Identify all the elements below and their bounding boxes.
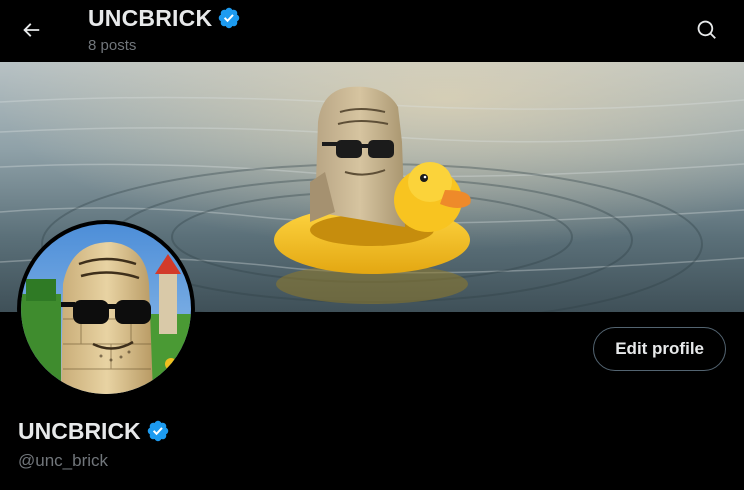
avatar-image — [21, 224, 191, 394]
search-icon — [697, 20, 716, 39]
profile-handle: @unc_brick — [18, 451, 109, 470]
back-button[interactable] — [12, 11, 50, 49]
avatar-picture — [21, 224, 191, 394]
verified-badge-icon[interactable] — [146, 419, 170, 443]
profile-display-name: UNCBRICK — [18, 417, 170, 445]
verified-badge-icon — [219, 7, 240, 29]
search-button[interactable] — [688, 11, 726, 49]
display-name-text: UNCBRICK — [18, 418, 141, 444]
posts-count: 8 posts — [88, 37, 137, 54]
arrow-left-icon — [23, 23, 40, 37]
header-text: UNCBRICK 8 posts — [88, 4, 241, 55]
top-bar: UNCBRICK 8 posts — [0, 0, 744, 62]
header-title: UNCBRICK — [88, 4, 241, 32]
edit-profile-button[interactable]: Edit profile — [593, 327, 726, 371]
profile-info: UNCBRICK @unc_brick — [18, 417, 170, 471]
profile-avatar[interactable] — [17, 220, 195, 398]
header-title-text: UNCBRICK — [88, 5, 213, 31]
